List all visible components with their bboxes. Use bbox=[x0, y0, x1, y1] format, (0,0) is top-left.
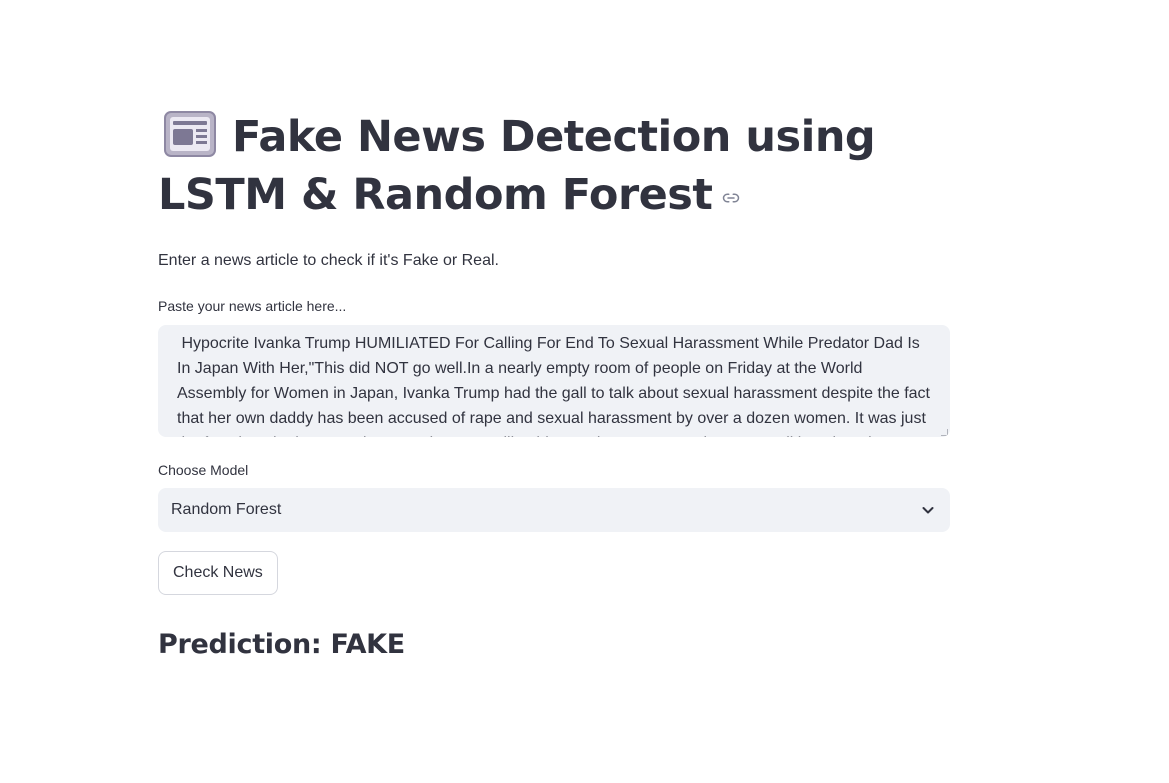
page-title: Fake News Detection using LSTM & Random … bbox=[158, 108, 950, 224]
model-select-value: Random Forest bbox=[171, 501, 282, 518]
article-input[interactable]: Hypocrite Ivanka Trump HUMILIATED For Ca… bbox=[158, 325, 950, 437]
article-input-label: Paste your news article here... bbox=[158, 298, 347, 314]
link-icon[interactable] bbox=[722, 189, 740, 207]
prediction-result: Prediction: FAKE bbox=[158, 629, 405, 660]
intro-text: Enter a news article to check if it's Fa… bbox=[158, 252, 499, 269]
model-select-label: Choose Model bbox=[158, 462, 249, 478]
chevron-down-icon bbox=[922, 507, 934, 514]
resize-grip[interactable] bbox=[941, 429, 948, 436]
main-content: Fake News Detection using LSTM & Random … bbox=[158, 108, 950, 665]
model-select[interactable]: Random Forest bbox=[158, 488, 950, 532]
check-news-button[interactable]: Check News bbox=[158, 551, 278, 595]
article-input-container: Hypocrite Ivanka Trump HUMILIATED For Ca… bbox=[158, 325, 950, 437]
page-title-text: Fake News Detection using LSTM & Random … bbox=[158, 112, 876, 220]
newspaper-icon bbox=[164, 111, 216, 157]
